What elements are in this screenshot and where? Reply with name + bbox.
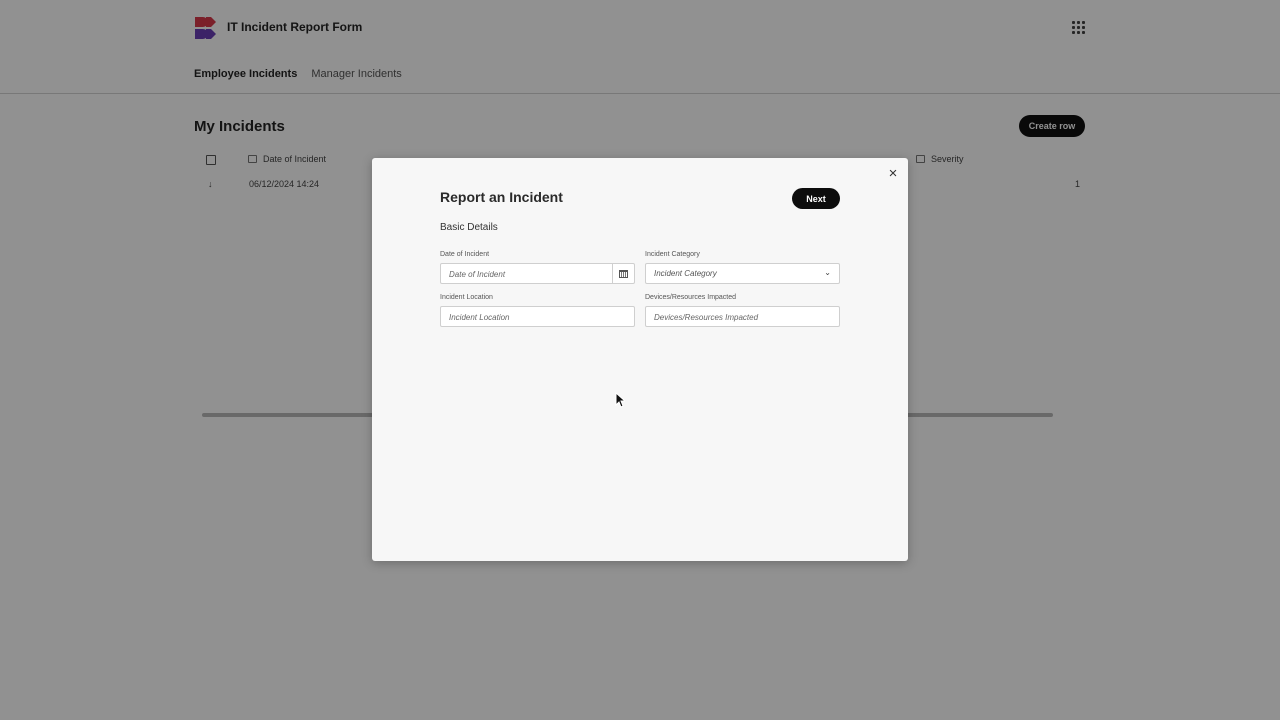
devices-input[interactable] (646, 308, 839, 327)
next-button[interactable]: Next (792, 188, 840, 209)
calendar-icon (619, 269, 628, 278)
location-field-label: Incident Location (440, 294, 493, 301)
category-select-value: Incident Category (654, 269, 717, 278)
dialog-title: Report an Incident (440, 189, 563, 205)
date-field-label: Date of Incident (440, 251, 490, 258)
chevron-down-icon: ⌄ (824, 268, 831, 277)
date-field (440, 263, 635, 284)
section-heading: Basic Details (440, 222, 498, 233)
devices-field-label: Devices/Resources Impacted (645, 294, 737, 301)
mouse-pointer-icon (615, 392, 625, 408)
date-picker-button[interactable] (612, 264, 634, 283)
category-select[interactable]: Incident Category ⌄ (645, 263, 840, 284)
location-field (440, 306, 635, 327)
category-field-label: Incident Category (645, 251, 700, 258)
location-input[interactable] (441, 308, 634, 327)
devices-field (645, 306, 840, 327)
date-input[interactable] (441, 265, 613, 284)
report-incident-dialog: × Report an Incident Next Basic Details … (372, 158, 908, 561)
close-icon[interactable]: × (886, 166, 900, 181)
